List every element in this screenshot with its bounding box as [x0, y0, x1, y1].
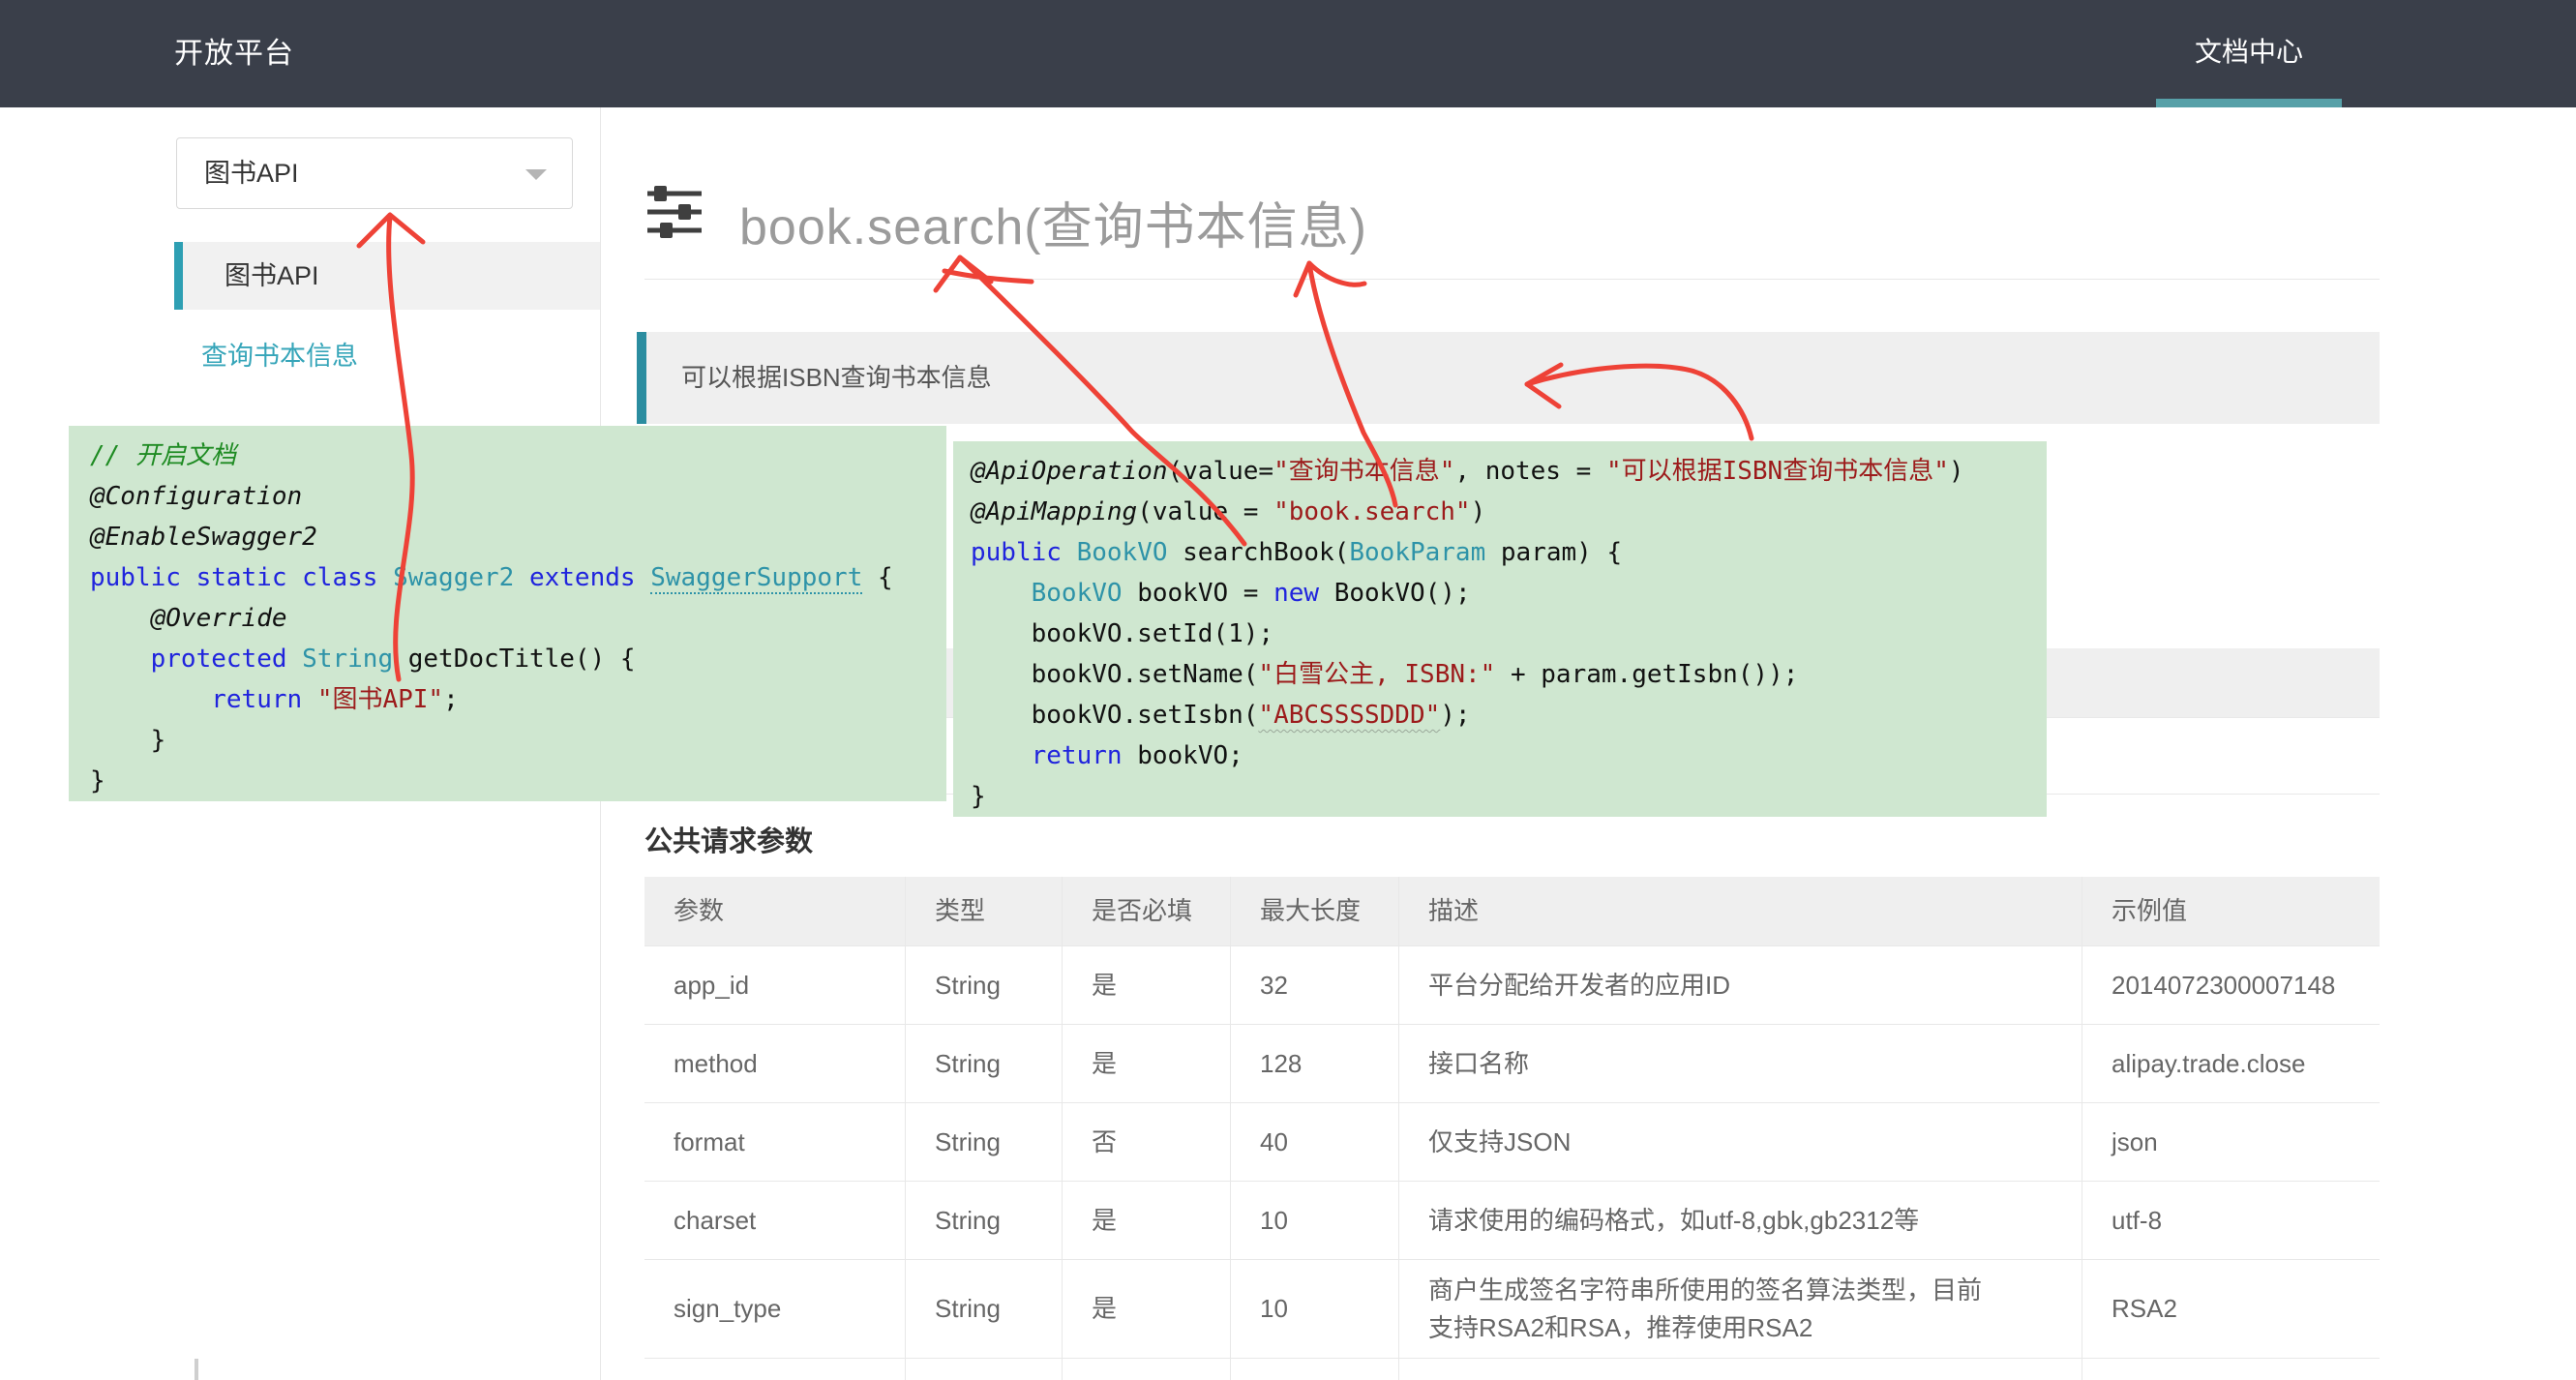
table-cell: 是 — [1063, 946, 1231, 1024]
table-cell — [2082, 1359, 2380, 1380]
sidebar-scrollbar[interactable] — [195, 1359, 198, 1380]
table-cell — [1231, 1359, 1399, 1380]
caret-down-icon — [525, 169, 547, 180]
table-row: app_idString是32平台分配给开发者的应用ID201407230000… — [644, 946, 2380, 1025]
table-cell: String — [906, 1025, 1063, 1102]
api-description-box: 可以根据ISBN查询书本信息 — [637, 332, 2380, 424]
code-line: @Configuration — [90, 476, 946, 517]
table-cell: 10 — [1231, 1182, 1399, 1259]
table-header-cell: 描述 — [1399, 877, 2082, 945]
table-header-cell: 参数 — [644, 877, 906, 945]
table-cell: String — [906, 946, 1063, 1024]
table-cell: 仅支持JSON — [1399, 1103, 2082, 1181]
table-cell: 接口名称 — [1399, 1025, 2082, 1102]
table-row: methodString是128接口名称alipay.trade.close — [644, 1025, 2380, 1103]
code-line: // 开启文档 — [90, 435, 946, 476]
table-row: charsetString是10请求使用的编码格式，如utf-8,gbk,gb2… — [644, 1182, 2380, 1260]
table-cell: 是 — [1063, 1182, 1231, 1259]
active-tab-underline — [2156, 99, 2342, 107]
section-title-common-params: 公共请求参数 — [644, 819, 813, 859]
table-cell: json — [2082, 1103, 2380, 1181]
api-select-dropdown[interactable]: 图书API — [176, 137, 573, 209]
code-line: @ApiOperation(value="查询书本信息", notes = "可… — [971, 451, 2047, 492]
code-line: public BookVO searchBook(BookParam param… — [971, 532, 2047, 573]
swagger-config-code-overlay: // 开启文档@Configuration@EnableSwagger2publ… — [69, 426, 946, 801]
table-cell: method — [644, 1025, 906, 1102]
code-line: protected String getDocTitle() { — [90, 639, 946, 679]
table-header-cell: 示例值 — [2082, 877, 2380, 945]
table-cell: 10 — [1231, 1260, 1399, 1358]
table-cell: utf-8 — [2082, 1182, 2380, 1259]
arrow-to-search-underline — [944, 271, 1032, 282]
table-header-row: 参数类型是否必填最大长度描述示例值 — [644, 877, 2380, 946]
code-line: bookVO.setIsbn("ABCSSSSDDD"); — [971, 695, 2047, 735]
table-cell: RSA2 — [2082, 1260, 2380, 1358]
code-line: @EnableSwagger2 — [90, 517, 946, 557]
table-cell: alipay.trade.close — [2082, 1025, 2380, 1102]
table-cell: 商户生成签名字符串所使用的签名算法类型，目前支持RSA2和RSA，推荐使用RSA… — [1399, 1260, 2082, 1358]
sidebar-item-book-api[interactable]: 图书API — [174, 242, 600, 310]
code-line: } — [90, 761, 946, 801]
table-cell: 是 — [1063, 1025, 1231, 1102]
table-cell: 平台分配给开发者的应用ID — [1399, 946, 2082, 1024]
table-row: formatString否40仅支持JSONjson — [644, 1103, 2380, 1182]
table-cell: 2014072300007148 — [2082, 946, 2380, 1024]
table-cell: 32 — [1231, 946, 1399, 1024]
active-item-bar — [174, 242, 183, 310]
table-cell: 否 — [1063, 1103, 1231, 1181]
brand-title[interactable]: 开放平台 — [174, 0, 294, 107]
code-line: } — [90, 720, 946, 761]
code-line: } — [971, 776, 2047, 817]
code-line: bookVO.setName("白雪公主, ISBN:" + param.get… — [971, 654, 2047, 695]
table-cell: 128 — [1231, 1025, 1399, 1102]
dropdown-selected-value: 图书API — [204, 138, 299, 208]
table-cell — [1063, 1359, 1231, 1380]
table-cell — [644, 1359, 906, 1380]
sidebar-link-query-book[interactable]: 查询书本信息 — [201, 335, 358, 373]
code-line: BookVO bookVO = new BookVO(); — [971, 573, 2047, 614]
table-header-cell: 是否必填 — [1063, 877, 1231, 945]
title-divider — [644, 279, 2380, 280]
sliders-icon — [646, 186, 703, 240]
common-params-table: 参数类型是否必填最大长度描述示例值app_idString是32平台分配给开发者… — [644, 877, 2380, 1380]
table-cell: 是 — [1063, 1260, 1231, 1358]
sidebar-item-label: 图书API — [225, 242, 319, 310]
code-line: return bookVO; — [971, 735, 2047, 776]
code-line: @ApiMapping(value = "book.search") — [971, 492, 2047, 532]
code-line: return "图书API"; — [90, 679, 946, 720]
table-cell: String — [906, 1260, 1063, 1358]
code-line: @Override — [90, 598, 946, 639]
table-cell: charset — [644, 1182, 906, 1259]
table-row: sign_typeString是10商户生成签名字符串所使用的签名算法类型，目前… — [644, 1260, 2380, 1359]
page-title: book.search(查询书本信息) — [739, 186, 1367, 258]
code-line: public static class Swagger2 extends Swa… — [90, 557, 946, 598]
table-cell — [906, 1359, 1063, 1380]
arrow-to-search-head — [936, 257, 991, 290]
table-cell — [1399, 1359, 2082, 1380]
api-description-text: 可以根据ISBN查询书本信息 — [681, 332, 992, 424]
table-cell: 请求使用的编码格式，如utf-8,gbk,gb2312等 — [1399, 1182, 2082, 1259]
table-row-partial — [644, 1359, 2380, 1380]
tab-doc-center[interactable]: 文档中心 — [2156, 0, 2342, 107]
table-cell: 40 — [1231, 1103, 1399, 1181]
table-cell: format — [644, 1103, 906, 1181]
controller-code-overlay: @ApiOperation(value="查询书本信息", notes = "可… — [953, 441, 2047, 817]
table-cell: String — [906, 1103, 1063, 1181]
table-cell: sign_type — [644, 1260, 906, 1358]
table-cell: String — [906, 1182, 1063, 1259]
code-line: bookVO.setId(1); — [971, 614, 2047, 654]
table-cell: app_id — [644, 946, 906, 1024]
table-header-cell: 类型 — [906, 877, 1063, 945]
table-header-cell: 最大长度 — [1231, 877, 1399, 945]
page: 开放平台 文档中心 图书API 图书API 查询书本信息 book.search… — [0, 0, 2576, 1380]
top-nav-bar: 开放平台 文档中心 — [0, 0, 2576, 107]
